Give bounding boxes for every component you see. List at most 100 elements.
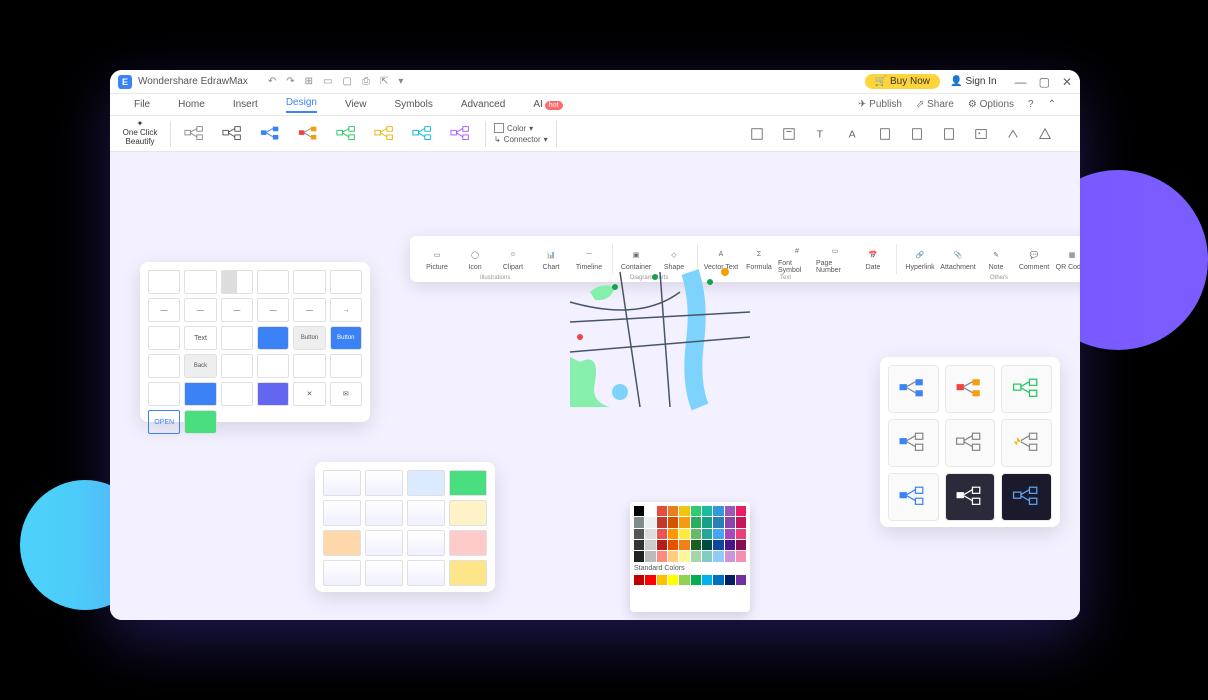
color-swatch[interactable] xyxy=(645,551,655,561)
warning-icon[interactable] xyxy=(1038,127,1052,141)
color-swatch[interactable] xyxy=(691,517,701,527)
color-swatch[interactable] xyxy=(691,540,701,550)
menu-design[interactable]: Design xyxy=(286,97,317,113)
font-symbol-button[interactable]: #Font Symbol xyxy=(778,244,816,274)
color-dropdown[interactable]: Color ▾ xyxy=(494,123,548,133)
color-swatch[interactable] xyxy=(713,529,723,539)
menu-advanced[interactable]: Advanced xyxy=(461,99,505,110)
shape-item[interactable] xyxy=(257,382,289,406)
template-item[interactable] xyxy=(323,530,361,556)
save-icon[interactable]: ▢ xyxy=(343,76,352,87)
template-item[interactable] xyxy=(407,560,445,586)
theme-item[interactable] xyxy=(1001,473,1052,521)
template-item[interactable] xyxy=(365,470,403,496)
template-item[interactable] xyxy=(449,470,487,496)
color-swatch[interactable] xyxy=(645,517,655,527)
one-click-beautify-button[interactable]: ✦ One Click Beautify xyxy=(118,119,162,149)
shape-item[interactable]: ✉ xyxy=(330,382,362,406)
template-item[interactable] xyxy=(365,500,403,526)
color-swatch[interactable] xyxy=(645,540,655,550)
color-swatch[interactable] xyxy=(668,529,678,539)
more-icon[interactable]: ▾ xyxy=(398,76,403,87)
print-icon[interactable]: ⎙ xyxy=(362,76,370,87)
flowchart-style-8[interactable] xyxy=(445,121,477,147)
shape-item[interactable] xyxy=(221,326,253,350)
color-swatch[interactable] xyxy=(679,529,689,539)
shape-button-item[interactable]: Button xyxy=(293,326,325,350)
menu-view[interactable]: View xyxy=(345,99,367,110)
standard-color-swatch[interactable] xyxy=(645,575,655,585)
page-layout-icon-2[interactable] xyxy=(782,127,796,141)
color-swatch[interactable] xyxy=(657,529,667,539)
shape-item[interactable] xyxy=(184,382,216,406)
buy-now-button[interactable]: 🛒 Buy Now xyxy=(865,74,940,89)
standard-color-swatch[interactable] xyxy=(668,575,678,585)
color-swatch[interactable] xyxy=(702,529,712,539)
attachment-button[interactable]: 📎Attachment xyxy=(939,248,977,271)
color-swatch[interactable] xyxy=(702,506,712,516)
menu-symbols[interactable]: Symbols xyxy=(394,99,432,110)
flowchart-style-7[interactable] xyxy=(407,121,439,147)
note-button[interactable]: ✎Note xyxy=(977,248,1015,271)
color-swatch[interactable] xyxy=(736,540,746,550)
date-button[interactable]: 📅Date xyxy=(854,248,892,271)
close-icon[interactable]: ✕ xyxy=(1062,75,1072,89)
shape-item[interactable] xyxy=(330,270,362,294)
menu-share[interactable]: ⬀ Share xyxy=(916,99,954,110)
template-item[interactable] xyxy=(365,530,403,556)
color-swatch[interactable] xyxy=(702,551,712,561)
new-icon[interactable]: ⊞ xyxy=(305,76,313,87)
theme-item[interactable] xyxy=(1001,419,1052,467)
qr-codes-button[interactable]: ▦QR Codes xyxy=(1053,248,1080,271)
shape-open-item[interactable]: OPEN xyxy=(148,410,180,434)
standard-color-swatch[interactable] xyxy=(634,575,644,585)
color-swatch[interactable] xyxy=(725,517,735,527)
collapse-ribbon-icon[interactable]: ⌃ xyxy=(1048,99,1056,110)
flowchart-style-4[interactable] xyxy=(293,121,325,147)
standard-color-swatch[interactable] xyxy=(691,575,701,585)
image-icon[interactable] xyxy=(974,127,988,141)
page-icon-1[interactable] xyxy=(878,127,892,141)
clipart-button[interactable]: ☺Clipart xyxy=(494,248,532,271)
shape-item[interactable]: — xyxy=(221,298,253,322)
color-swatch[interactable] xyxy=(725,529,735,539)
color-swatch[interactable] xyxy=(657,551,667,561)
shape-item[interactable] xyxy=(221,382,253,406)
standard-color-swatch[interactable] xyxy=(679,575,689,585)
shape-item[interactable] xyxy=(257,270,289,294)
color-swatch[interactable] xyxy=(691,529,701,539)
shape-item[interactable]: — xyxy=(257,298,289,322)
menu-options[interactable]: ⚙ Options xyxy=(968,99,1014,110)
standard-color-swatch[interactable] xyxy=(702,575,712,585)
color-swatch[interactable] xyxy=(634,529,644,539)
color-swatch[interactable] xyxy=(634,517,644,527)
template-item[interactable] xyxy=(449,560,487,586)
color-swatch[interactable] xyxy=(725,506,735,516)
color-swatch[interactable] xyxy=(679,540,689,550)
shape-item[interactable] xyxy=(293,354,325,378)
shape-item[interactable] xyxy=(148,326,180,350)
color-swatch[interactable] xyxy=(668,551,678,561)
color-swatch[interactable] xyxy=(736,529,746,539)
standard-color-swatch[interactable] xyxy=(725,575,735,585)
shape-back-item[interactable]: Back xyxy=(184,354,216,378)
comment-button[interactable]: 💬Comment xyxy=(1015,248,1053,271)
template-item[interactable] xyxy=(323,560,361,586)
picture-button[interactable]: ▭Picture xyxy=(418,248,456,271)
shape-item[interactable]: ✕ xyxy=(293,382,325,406)
template-item[interactable] xyxy=(323,470,361,496)
page-layout-icon-1[interactable] xyxy=(750,127,764,141)
theme-item[interactable] xyxy=(888,419,939,467)
color-swatch[interactable] xyxy=(634,540,644,550)
theme-item[interactable] xyxy=(1001,365,1052,413)
template-item[interactable] xyxy=(449,530,487,556)
color-swatch[interactable] xyxy=(657,506,667,516)
theme-item[interactable] xyxy=(945,473,996,521)
color-swatch[interactable] xyxy=(645,506,655,516)
menu-insert[interactable]: Insert xyxy=(233,99,258,110)
color-swatch[interactable] xyxy=(679,551,689,561)
canvas[interactable]: ▭Picture ◯Icon ☺Clipart 📊Chart ─Timeline… xyxy=(110,152,1080,620)
shape-item[interactable] xyxy=(148,382,180,406)
theme-item[interactable] xyxy=(888,365,939,413)
standard-color-swatch[interactable] xyxy=(736,575,746,585)
